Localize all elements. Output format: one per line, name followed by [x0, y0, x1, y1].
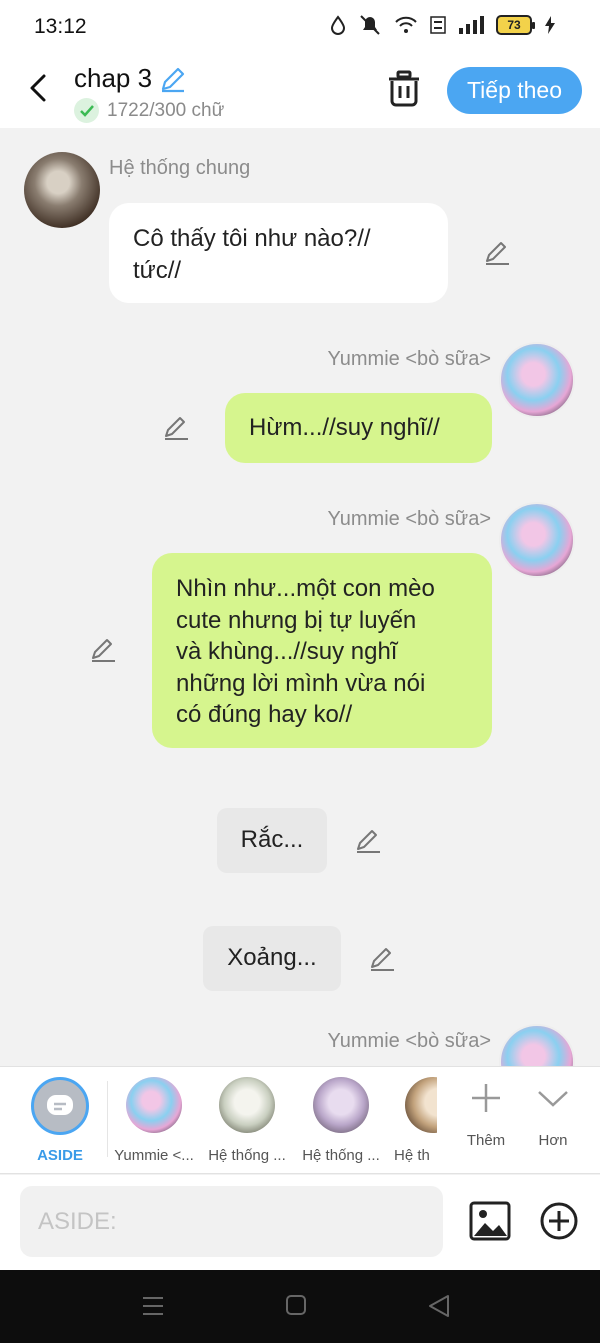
narration-bubble[interactable]: Rắc...	[217, 808, 327, 873]
add-character-button[interactable]: Thêm	[451, 1081, 521, 1149]
message-text: Hừm...//suy nghĩ//	[249, 414, 440, 441]
avatar[interactable]	[24, 152, 100, 228]
edit-message-icon[interactable]	[483, 239, 511, 267]
char-label: Yummie <...	[114, 1147, 194, 1164]
more-label: Thêm	[466, 1132, 506, 1149]
word-count: 1722/300 chữ	[107, 99, 225, 121]
sender-name: Hệ thống chung	[109, 157, 251, 179]
header: chap 3 1722/300 chữ Tiếp theo	[0, 54, 600, 128]
narration-text: Rắc...	[240, 826, 304, 853]
system-nav-bar	[0, 1270, 600, 1343]
back-icon[interactable]	[428, 1294, 450, 1318]
message-text: có đúng hay ko//	[176, 701, 353, 728]
edit-message-icon[interactable]	[89, 636, 117, 664]
character-item[interactable]: Hệ thống ...	[202, 1077, 292, 1164]
expand-button[interactable]: Hơn	[518, 1081, 588, 1149]
input-row	[0, 1175, 600, 1270]
character-item[interactable]: Hệ thống ...	[296, 1077, 386, 1164]
message-input[interactable]	[20, 1186, 443, 1257]
wifi-icon	[395, 16, 417, 33]
page-title: chap 3	[74, 63, 153, 93]
home-icon[interactable]	[285, 1294, 307, 1316]
drop-icon	[330, 15, 346, 35]
message-text: cute nhưng bị tự luyến	[176, 606, 417, 634]
char-avatar	[313, 1077, 369, 1133]
menu-icon[interactable]	[141, 1294, 165, 1318]
back-button[interactable]	[18, 68, 58, 108]
char-avatar	[126, 1077, 182, 1133]
insert-image-button[interactable]	[469, 1201, 511, 1246]
chevron-left-icon	[30, 74, 46, 102]
avatar[interactable]	[499, 1024, 575, 1066]
aside-avatar	[31, 1077, 89, 1135]
message-text: những lời mình vừa nói	[176, 669, 426, 697]
signal-icon	[459, 16, 484, 34]
battery-level: 73	[507, 18, 521, 32]
charging-icon	[545, 16, 555, 34]
wordcount-row: 1722/300 chữ	[74, 98, 224, 123]
message-bubble[interactable]: Cô thấy tôi như nào?// tức//	[109, 203, 448, 303]
edit-message-icon[interactable]	[162, 414, 190, 442]
message-bubble[interactable]: Hừm...//suy nghĩ//	[225, 393, 492, 463]
avatar[interactable]	[499, 502, 575, 578]
collapse-label: Hơn	[538, 1132, 568, 1149]
plus-circle-icon	[540, 1202, 578, 1240]
sender-name: Yummie <bò sữa>	[327, 348, 491, 370]
message-bubble[interactable]: Nhìn như...một con mèo cute nhưng bị tự …	[152, 553, 492, 748]
character-item[interactable]: Hệ th	[389, 1077, 437, 1164]
char-label: Hệ th	[394, 1147, 430, 1164]
char-avatar	[219, 1077, 275, 1133]
character-aside[interactable]: ASIDE	[15, 1077, 105, 1164]
battery-icon: 73	[496, 15, 535, 35]
character-bar: ASIDE Yummie <... Hệ thống ... Hệ thống …	[0, 1066, 600, 1174]
add-button[interactable]	[539, 1201, 579, 1246]
sender-name: Yummie <bò sữa>	[327, 508, 491, 530]
edit-title-button[interactable]	[158, 64, 188, 99]
char-label: ASIDE	[37, 1147, 83, 1164]
char-avatar	[405, 1077, 437, 1133]
status-time: 13:12	[34, 15, 87, 38]
char-label: Hệ thống ...	[208, 1147, 286, 1164]
mute-bell-icon	[360, 15, 380, 35]
status-bar: 13:12 73	[0, 0, 600, 54]
trash-icon	[389, 70, 419, 107]
divider	[107, 1081, 108, 1157]
narration-bubble[interactable]: Xoảng...	[203, 926, 341, 991]
sender-name: Yummie <bò sữa>	[327, 1030, 491, 1052]
chat-bubble-icon	[47, 1095, 73, 1115]
edit-message-icon[interactable]	[368, 945, 396, 973]
pencil-icon	[161, 67, 185, 93]
image-icon	[469, 1201, 511, 1241]
delete-button[interactable]	[386, 70, 422, 113]
message-text: và khùng...//suy nghĩ	[176, 638, 398, 665]
status-icons: 73	[330, 14, 556, 36]
avatar[interactable]	[499, 342, 575, 418]
edit-message-icon[interactable]	[354, 827, 382, 855]
message-text: Cô thấy tôi như nào?//	[133, 225, 371, 252]
char-label: Hệ thống ...	[302, 1147, 380, 1164]
plus-icon	[472, 1084, 500, 1112]
chat-area[interactable]: Hệ thống chung Cô thấy tôi như nào?// tứ…	[0, 128, 600, 1066]
narration-text: Xoảng...	[227, 944, 317, 971]
character-item[interactable]: Yummie <...	[109, 1077, 199, 1164]
message-text: Nhìn như...một con mèo	[176, 575, 435, 602]
volte-icon	[430, 16, 446, 34]
message-text: tức//	[133, 257, 182, 284]
chevron-down-icon	[538, 1091, 568, 1107]
next-button[interactable]: Tiếp theo	[447, 67, 582, 114]
check-icon	[74, 98, 99, 123]
